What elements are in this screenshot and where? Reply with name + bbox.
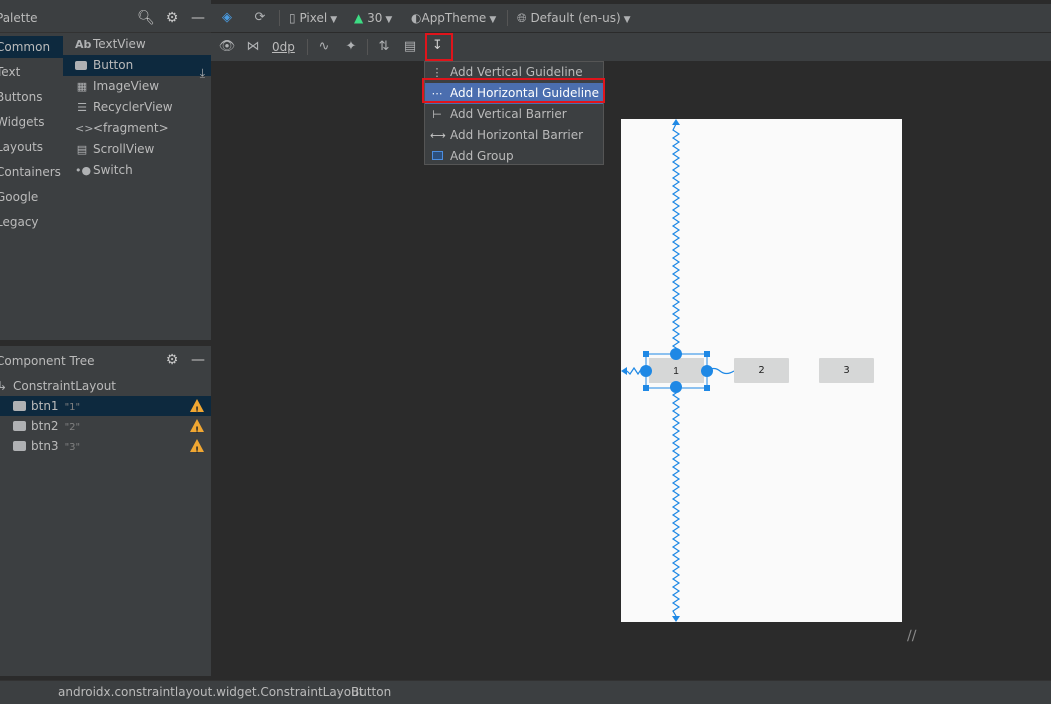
breadcrumb-path[interactable]: androidx.constraintlayout.widget.Constra… (58, 685, 363, 699)
horizontal-barrier-icon: ⟷ (430, 129, 446, 142)
arrow-left-icon (621, 367, 627, 375)
anchor-bottom[interactable] (670, 381, 682, 393)
vertical-barrier-icon: ⊢ (432, 108, 442, 121)
resize-handle-tl[interactable] (643, 351, 649, 357)
resize-handle-tr[interactable] (704, 351, 710, 357)
menu-item-add-horizontal-barrier[interactable]: ⟷ Add Horizontal Barrier (425, 125, 603, 146)
menu-item-label: Add Group (450, 149, 514, 163)
anchor-top[interactable] (670, 348, 682, 360)
group-icon (430, 146, 444, 167)
menu-item-label: Add Vertical Barrier (450, 107, 567, 121)
button-1-label: 1 (673, 366, 679, 377)
guideline-menu: ⋮ Add Vertical Guideline ⋯ Add Horizonta… (422, 61, 605, 167)
anchor-right[interactable] (701, 365, 713, 377)
highlight-box (422, 78, 605, 103)
arrow-up-icon (672, 119, 680, 125)
status-bar: androidx.constraintlayout.widget.Constra… (0, 680, 1051, 704)
button-2-label: 2 (758, 365, 765, 376)
button-3-label: 3 (843, 365, 850, 376)
button-2[interactable]: 2 (734, 358, 789, 383)
vertical-constraint-bottom[interactable] (671, 386, 681, 617)
menu-item-label: Add Horizontal Barrier (450, 128, 584, 142)
resize-handle-br[interactable] (704, 385, 710, 391)
anchor-left[interactable] (640, 365, 652, 377)
chevron-right-icon: › (337, 685, 342, 698)
button-3[interactable]: 3 (819, 358, 874, 383)
resize-grip-icon[interactable]: ∕∕ (907, 628, 916, 644)
resize-handle-bl[interactable] (643, 385, 649, 391)
menu-item-add-group[interactable]: Add Group (425, 146, 603, 167)
arrow-down-icon (672, 616, 680, 622)
breadcrumb-current[interactable]: Button (351, 685, 391, 699)
menu-item-add-vertical-barrier[interactable]: ⊢ Add Vertical Barrier (425, 104, 603, 125)
vertical-constraint-top[interactable] (671, 123, 681, 355)
